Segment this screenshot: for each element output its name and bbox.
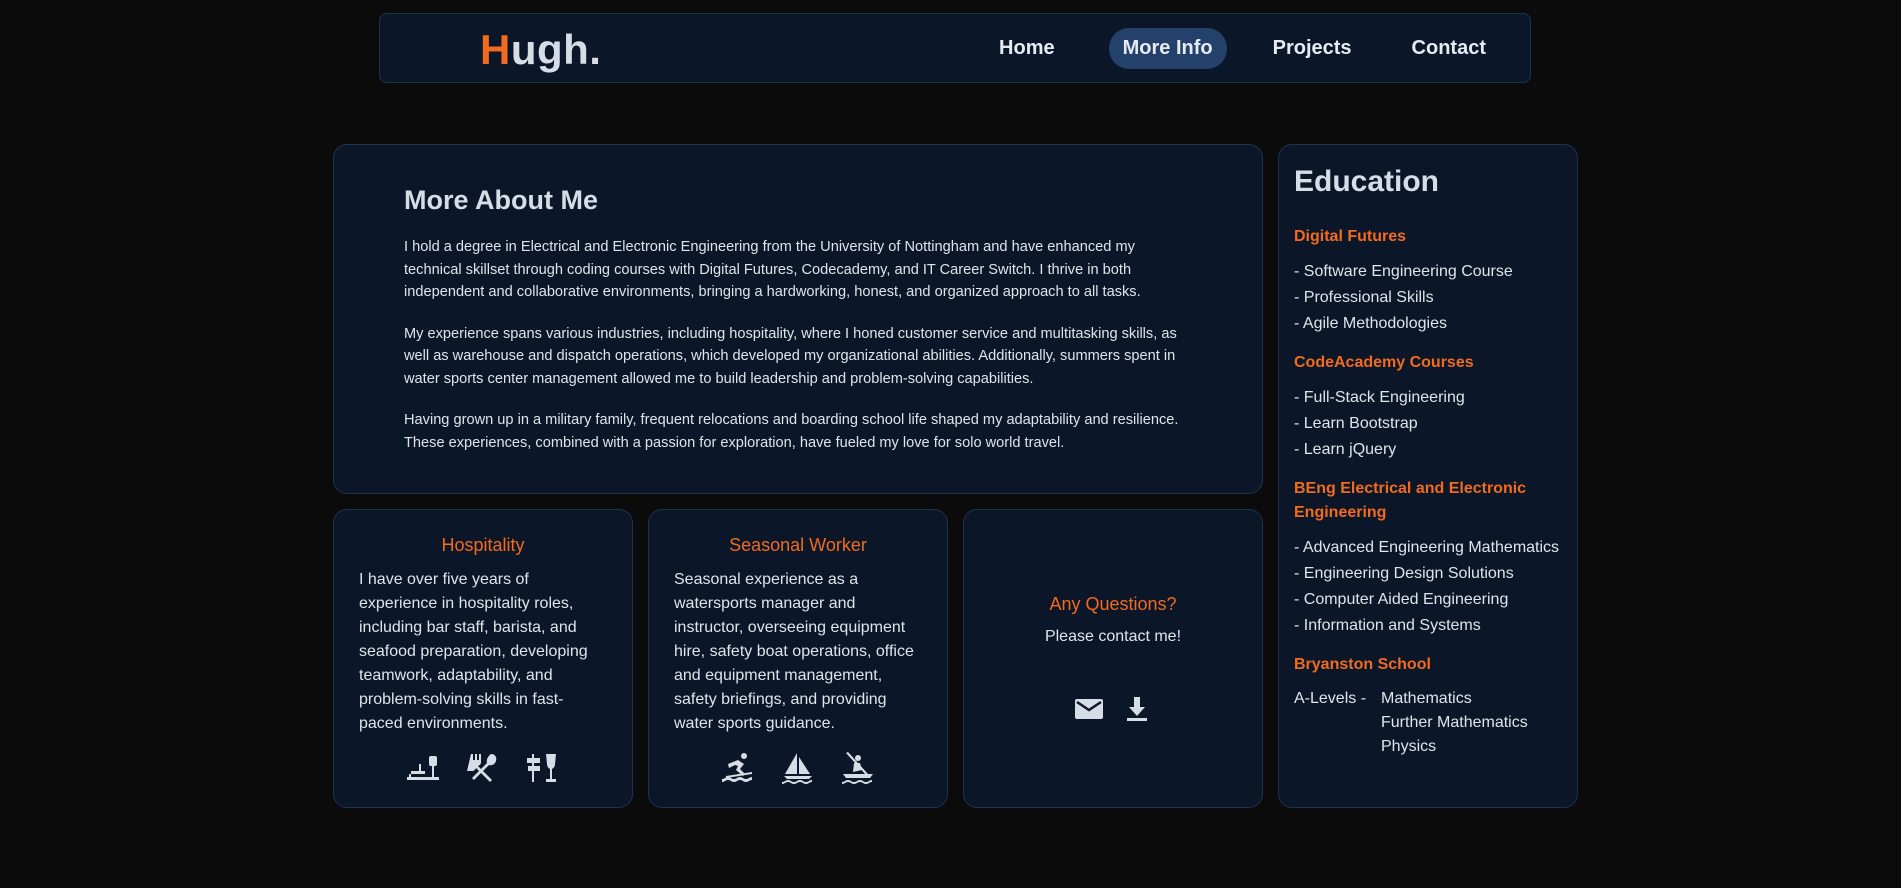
list-item: - Learn jQuery [1294, 441, 1397, 458]
education-panel: Education Digital Futures - Software Eng… [1278, 144, 1578, 808]
a-levels-label: A-Levels - [1294, 690, 1367, 707]
education-title: Education [1294, 165, 1440, 198]
list-item: - Information and Systems [1294, 617, 1481, 634]
education-section-title: Bryanston School [1294, 656, 1431, 673]
signpost-wine-icon [525, 750, 561, 786]
card-text: Please contact me! [1044, 628, 1182, 645]
seasonal-worker-card: Seasonal Worker Seasonal experience as a… [648, 509, 948, 808]
subject-item: Further Mathematics [1381, 714, 1528, 731]
kayaking-icon [840, 750, 876, 786]
card-text: I have over five years of experience in … [359, 571, 588, 732]
card-title: Seasonal Worker [729, 535, 867, 555]
download-icon[interactable] [1121, 693, 1153, 725]
nav-links: Home More Info Projects Contact [985, 28, 1500, 69]
card-title: Any Questions? [1049, 594, 1177, 614]
education-list: - Full-Stack Engineering - Learn Bootstr… [1294, 385, 1562, 463]
site-logo[interactable]: Hugh. [480, 26, 601, 74]
mail-icon[interactable] [1073, 693, 1105, 725]
about-paragraph: My experience spans various industries, … [404, 325, 1177, 387]
list-item: - Computer Aided Engineering [1294, 591, 1509, 608]
about-title: More About Me [404, 185, 598, 215]
education-list: - Advanced Engineering Mathematics - Eng… [1294, 535, 1562, 639]
hospitality-card: Hospitality I have over five years of ex… [333, 509, 633, 808]
card-icons [674, 750, 922, 786]
list-item: - Software Engineering Course [1294, 263, 1513, 280]
list-item: - Learn Bootstrap [1294, 415, 1418, 432]
about-paragraph: I hold a degree in Electrical and Electr… [404, 239, 1141, 300]
nav-more-info-link[interactable]: More Info [1108, 28, 1227, 69]
contact-card: Any Questions? Please contact me! [963, 509, 1263, 808]
list-item: - Full-Stack Engineering [1294, 389, 1465, 406]
nav-contact-link[interactable]: Contact [1398, 28, 1500, 69]
education-section-title: BEng Electrical and Electronic Engineeri… [1294, 480, 1527, 521]
card-icons [359, 750, 607, 786]
sailing-icon [780, 750, 816, 786]
card-text: Seasonal experience as a watersports man… [674, 571, 914, 732]
education-section-title: CodeAcademy Courses [1294, 354, 1474, 371]
bar-counter-icon [405, 750, 441, 786]
surfing-icon [720, 750, 756, 786]
about-paragraph: Having grown up in a military family, fr… [404, 412, 1179, 451]
navbar: Hugh. Home More Info Projects Contact [379, 13, 1531, 83]
list-item: - Advanced Engineering Mathematics [1294, 539, 1560, 556]
subject-item: Mathematics [1381, 690, 1472, 707]
list-item: - Agile Methodologies [1294, 315, 1447, 332]
card-title: Hospitality [441, 535, 525, 555]
education-section-title: Digital Futures [1294, 228, 1407, 245]
about-panel: More About Me I hold a degree in Electri… [333, 144, 1263, 494]
contact-icons [989, 693, 1237, 725]
a-levels-subjects: Mathematics Further Mathematics Physics [1381, 687, 1528, 759]
nav-projects-link[interactable]: Projects [1259, 28, 1366, 69]
logo-text: ugh. [510, 26, 602, 73]
list-item: - Engineering Design Solutions [1294, 565, 1514, 582]
list-item: - Professional Skills [1294, 289, 1434, 306]
nav-home-link[interactable]: Home [985, 28, 1069, 69]
a-levels: A-Levels - Mathematics Further Mathemati… [1294, 687, 1562, 759]
education-list: - Software Engineering Course - Professi… [1294, 259, 1562, 337]
subject-item: Physics [1381, 738, 1437, 755]
fork-spoon-icon [465, 750, 501, 786]
logo-initial: H [480, 26, 511, 73]
